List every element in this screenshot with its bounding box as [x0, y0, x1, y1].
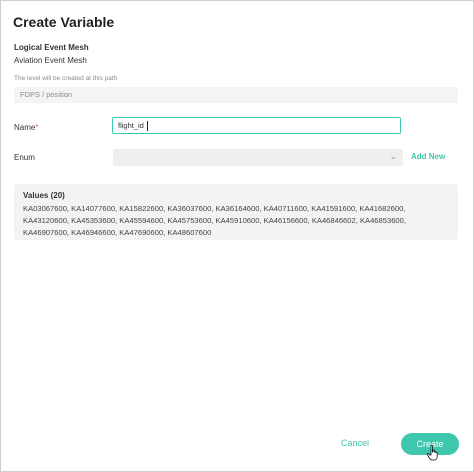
add-new-button[interactable]: Add New — [411, 152, 445, 161]
name-input-value: flight_id — [118, 121, 144, 130]
path-value: FDPS / position — [20, 90, 73, 99]
dialog-title: Create Variable — [13, 14, 115, 30]
event-mesh-value: Aviation Event Mesh — [14, 56, 87, 65]
values-list: KA03067600, KA14077600, KA15822600, KA36… — [23, 204, 406, 237]
event-mesh-label: Logical Event Mesh — [14, 43, 89, 52]
text-caret — [147, 121, 148, 131]
values-panel: Values (20) KA03067600, KA14077600, KA15… — [14, 184, 458, 240]
name-label: Name* — [14, 123, 38, 132]
path-field: FDPS / position — [14, 87, 458, 103]
name-label-text: Name — [14, 123, 36, 132]
chevron-down-icon: ⌄ — [389, 151, 397, 161]
values-title: Values (20) — [23, 191, 65, 200]
create-variable-dialog: Create Variable Logical Event Mesh Aviat… — [0, 0, 474, 472]
path-hint: The level will be created at this path — [14, 75, 118, 82]
name-input[interactable]: flight_id — [112, 117, 401, 134]
enum-select[interactable]: ⌄ — [113, 149, 403, 166]
hand-cursor-icon — [426, 445, 438, 461]
required-mark: * — [35, 123, 39, 132]
cancel-button[interactable]: Cancel — [341, 438, 369, 448]
enum-label: Enum — [14, 153, 35, 162]
